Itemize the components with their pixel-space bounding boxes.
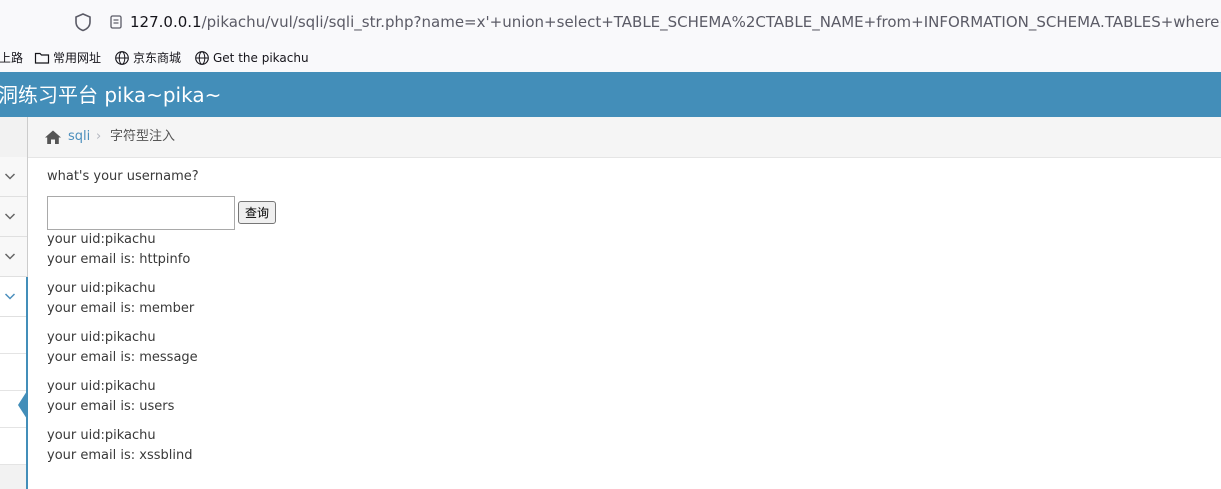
home-icon[interactable] bbox=[44, 129, 62, 145]
app-header: 洞练习平台 pika~pika~ bbox=[0, 72, 1221, 117]
shield-icon[interactable] bbox=[72, 11, 94, 33]
folder-icon bbox=[34, 52, 50, 64]
result-email: your email is: message bbox=[47, 350, 198, 365]
page-icon[interactable] bbox=[108, 14, 124, 30]
app-title[interactable]: 洞练习平台 pika~pika~ bbox=[0, 82, 221, 108]
result-email: your email is: member bbox=[47, 301, 195, 316]
result-uid: your uid:pikachu bbox=[47, 379, 156, 394]
bookmark-pikachu[interactable]: Get the pikachu bbox=[213, 49, 309, 67]
breadcrumb-link-sqli[interactable]: sqli bbox=[68, 128, 90, 146]
sidebar-subitem[interactable] bbox=[0, 428, 27, 465]
globe-icon bbox=[115, 51, 129, 65]
result-item: your uid:pikachu your email is: users bbox=[47, 377, 647, 426]
result-uid: your uid:pikachu bbox=[47, 281, 156, 296]
breadcrumb-separator: › bbox=[96, 129, 102, 144]
main-content: what's your username? 查询 your uid:pikach… bbox=[47, 158, 1217, 489]
breadcrumb: sqli › 字符型注入 bbox=[28, 117, 1221, 158]
bookmark-jd[interactable]: 京东商城 bbox=[133, 49, 181, 67]
chevron-down-icon bbox=[4, 253, 16, 260]
sidebar-item-sqli[interactable] bbox=[0, 277, 27, 317]
breadcrumb-current: 字符型注入 bbox=[110, 129, 176, 144]
result-email: your email is: httpinfo bbox=[47, 252, 191, 267]
result-email: your email is: users bbox=[47, 399, 175, 414]
browser-address-bar: 127.0.0.1/pikachu/vul/sqli/sqli_str.php?… bbox=[0, 0, 1221, 44]
sidebar-subitem[interactable] bbox=[0, 317, 27, 354]
result-item: your uid:pikachu your email is: message bbox=[47, 328, 647, 377]
result-uid: your uid:pikachu bbox=[47, 330, 156, 345]
result-item: your uid:pikachu your email is: xssblind bbox=[47, 426, 647, 475]
globe-icon bbox=[195, 51, 209, 65]
sidebar-item[interactable] bbox=[0, 237, 27, 277]
result-uid: your uid:pikachu bbox=[47, 428, 156, 443]
result-email: your email is: xssblind bbox=[47, 448, 193, 463]
query-button[interactable]: 查询 bbox=[238, 201, 276, 224]
result-list: your uid:pikachu your email is: httpinfo… bbox=[47, 230, 647, 475]
sidebar-item[interactable] bbox=[0, 157, 27, 197]
bookmark-item[interactable]: 上路 bbox=[0, 49, 23, 67]
sidebar-item[interactable] bbox=[0, 197, 27, 237]
bookmark-folder-common[interactable]: 常用网址 bbox=[53, 49, 101, 67]
username-prompt: what's your username? bbox=[47, 169, 199, 184]
url-path: /pikachu/vul/sqli/sqli_str.php?name=x'+u… bbox=[201, 13, 1221, 31]
username-input[interactable] bbox=[47, 196, 235, 230]
active-item-caret bbox=[18, 391, 27, 419]
sidebar-subitem[interactable] bbox=[0, 354, 27, 391]
chevron-down-icon bbox=[4, 173, 16, 180]
bookmarks-bar: 上路 常用网址 京东商城 Get the pikachu bbox=[0, 44, 1221, 72]
result-item: your uid:pikachu your email is: httpinfo bbox=[47, 230, 647, 279]
url-host: 127.0.0.1 bbox=[130, 13, 202, 31]
result-uid: your uid:pikachu bbox=[47, 232, 156, 247]
chevron-down-icon bbox=[4, 293, 16, 300]
sidebar bbox=[0, 117, 28, 489]
url-field[interactable]: 127.0.0.1/pikachu/vul/sqli/sqli_str.php?… bbox=[104, 11, 1221, 33]
sidebar-active-border bbox=[26, 277, 28, 489]
result-item: your uid:pikachu your email is: member bbox=[47, 279, 647, 328]
chevron-down-icon bbox=[4, 213, 16, 220]
